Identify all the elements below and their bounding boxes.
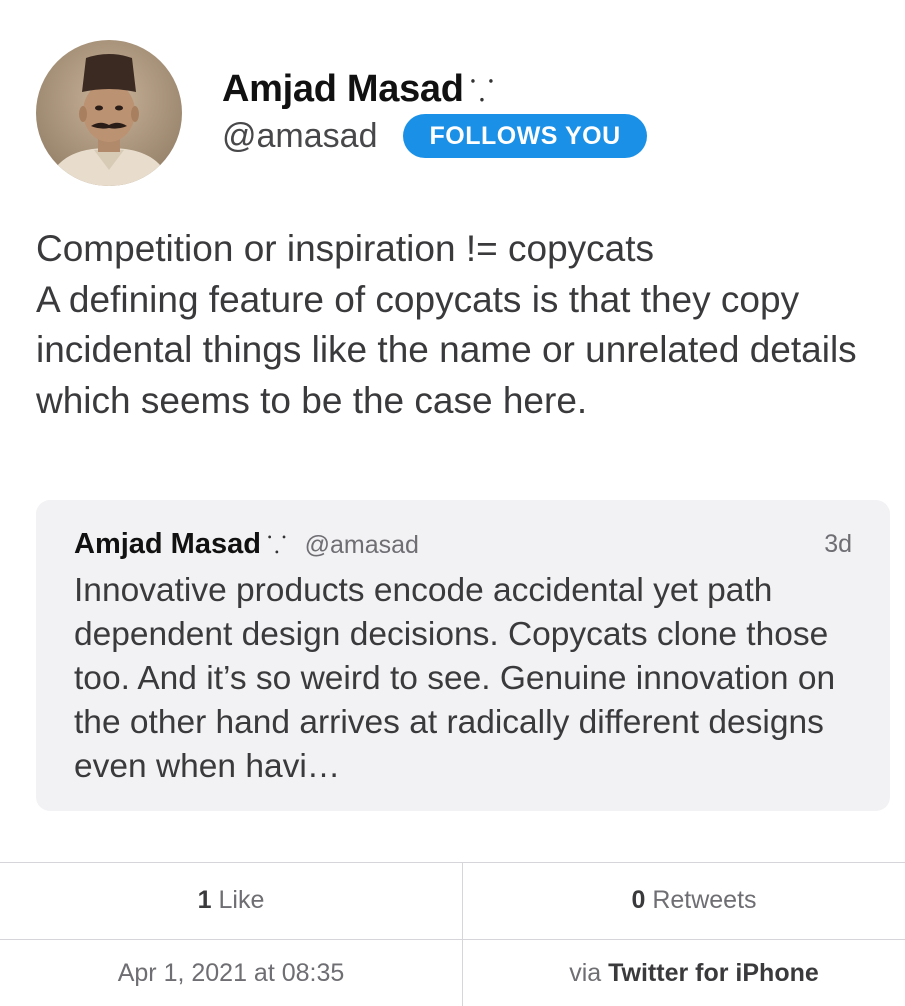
- dots-pattern-icon: ⸪: [266, 532, 287, 559]
- retweets-label: Retweets: [652, 886, 757, 914]
- retweets-stat[interactable]: 0 Retweets: [463, 862, 905, 938]
- tweet-source: via Twitter for iPhone: [463, 940, 905, 1006]
- via-prefix: via: [569, 959, 602, 987]
- author-handle-row: @amasad FOLLOWS YOU: [222, 114, 647, 158]
- avatar[interactable]: [36, 40, 182, 186]
- quoted-tweet-text: Innovative products encode accidental ye…: [74, 572, 836, 785]
- tweet-timestamp: Apr 1, 2021 at 08:35: [117, 959, 345, 987]
- quoted-author-name: Amjad Masad: [74, 528, 261, 560]
- likes-label: Like: [218, 886, 265, 914]
- quoted-author-handle: @amasad: [304, 531, 419, 559]
- retweets-count: 0: [631, 886, 646, 914]
- author-name-text: Amjad Masad: [222, 68, 464, 110]
- author-handle[interactable]: @amasad: [222, 114, 377, 158]
- quoted-tweet-card[interactable]: Amjad Masad ⸪ @amasad 3d Innovative prod…: [36, 500, 890, 811]
- source-client: Twitter for iPhone: [608, 959, 819, 987]
- author-display-name[interactable]: Amjad Masad ⸪: [222, 66, 494, 115]
- quoted-tweet-time: 3d: [824, 530, 852, 558]
- dots-pattern-icon: ⸪: [469, 75, 495, 108]
- avatar-portrait-image: [36, 40, 182, 186]
- likes-stat[interactable]: 1 Like: [0, 862, 462, 938]
- tweet-text: Competition or inspiration != copycats A…: [36, 228, 857, 421]
- likes-count: 1: [197, 886, 212, 914]
- follows-you-badge: FOLLOWS YOU: [403, 114, 647, 158]
- quoted-tweet-header: Amjad Masad ⸪ @amasad: [74, 528, 419, 561]
